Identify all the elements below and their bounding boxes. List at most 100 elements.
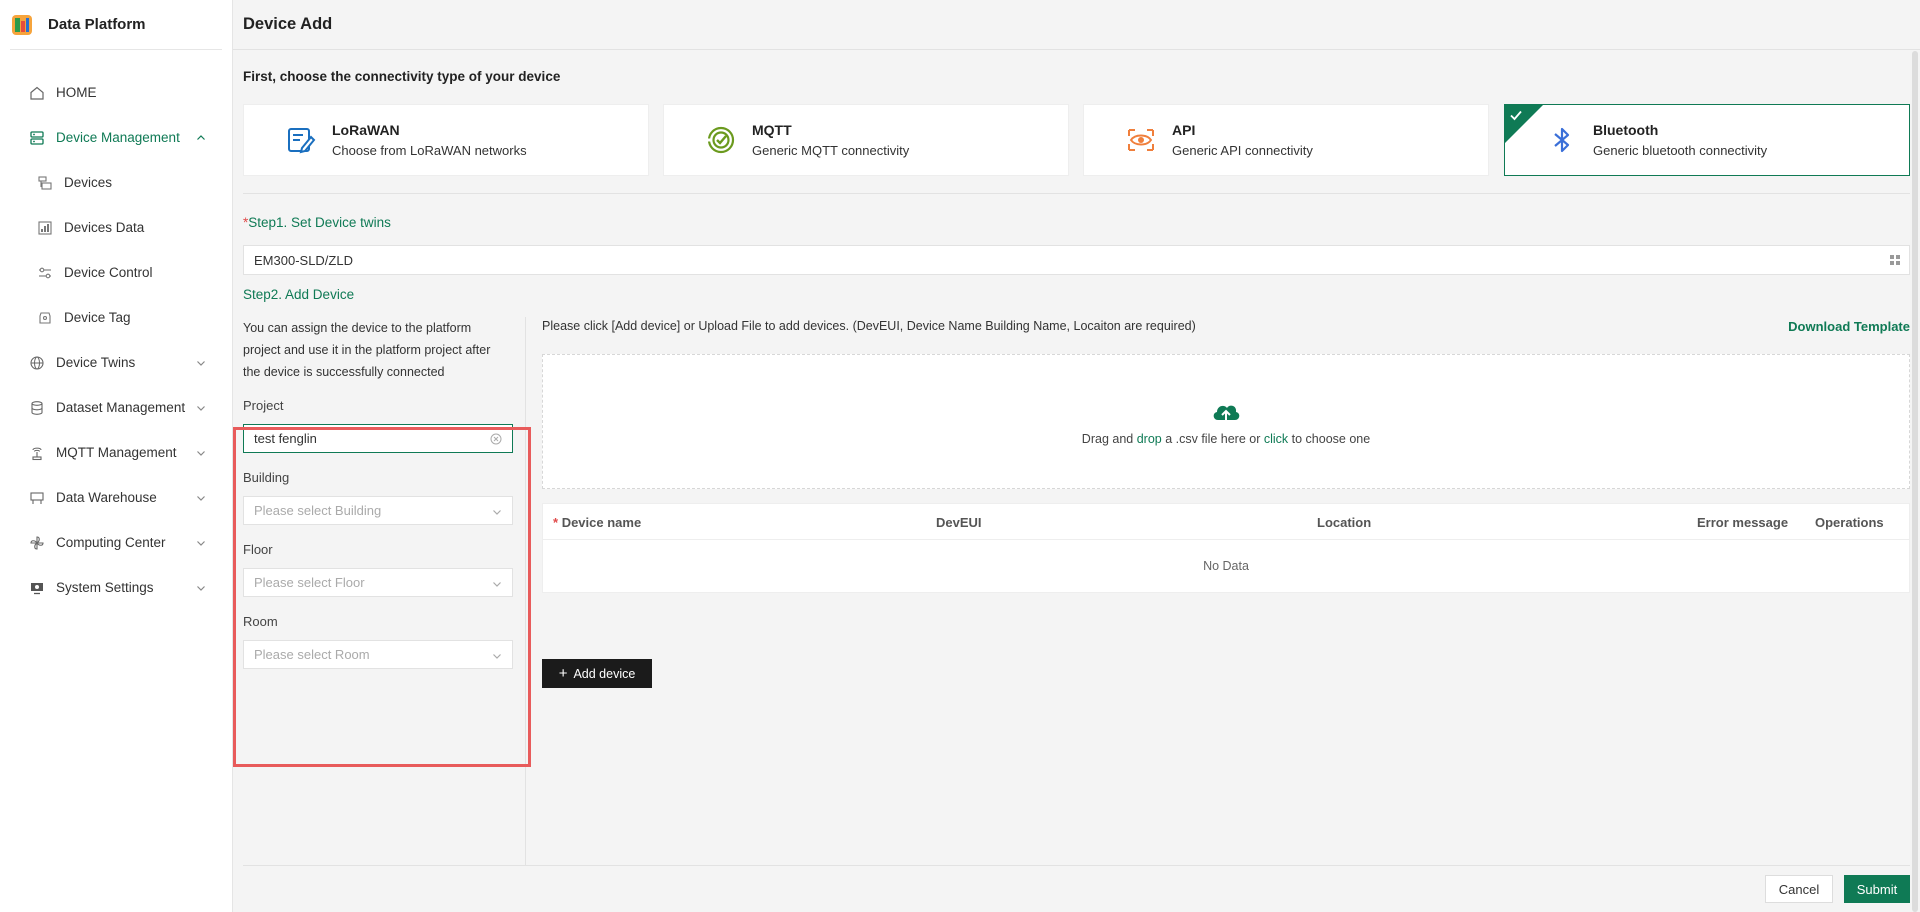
sidebar-item-device-management[interactable]: Device Management <box>0 115 232 160</box>
section-divider <box>243 193 1910 194</box>
chevron-down-icon <box>196 448 206 458</box>
data-icon <box>36 219 54 237</box>
connectivity-option-desc: Generic bluetooth connectivity <box>1593 143 1768 158</box>
sliders-icon <box>36 264 54 282</box>
connectivity-option-lorawan[interactable]: LoRaWAN Choose from LoRaWAN networks <box>243 104 649 176</box>
chevron-down-icon <box>196 583 206 593</box>
chevron-up-icon <box>196 133 206 143</box>
connectivity-option-bluetooth[interactable]: Bluetooth Generic bluetooth connectivity <box>1504 104 1910 176</box>
floor-select[interactable]: Please select Floor <box>243 568 513 597</box>
sidebar-item-device-twins[interactable]: Device Twins <box>0 340 232 385</box>
monitor-icon <box>28 579 46 597</box>
connectivity-option-text: MQTT Generic MQTT connectivity <box>752 122 909 158</box>
main-area: Device Add First, choose the connectivit… <box>233 0 1920 912</box>
device-add-form: First, choose the connectivity type of y… <box>233 51 1910 912</box>
sidebar-item-device-control[interactable]: Device Control <box>0 250 232 295</box>
sidebar-item-label: System Settings <box>56 580 154 595</box>
footer-divider <box>243 865 1910 866</box>
sidebar-item-devices-data[interactable]: Devices Data <box>0 205 232 250</box>
grid-icon[interactable] <box>1889 254 1901 266</box>
sidebar-item-computing-center[interactable]: Computing Center <box>0 520 232 565</box>
room-select[interactable]: Please select Room <box>243 640 513 669</box>
sidebar-item-label: Devices Data <box>64 220 145 235</box>
brand[interactable]: Data Platform <box>10 0 222 50</box>
room-placeholder: Please select Room <box>254 647 370 662</box>
connectivity-option-text: API Generic API connectivity <box>1172 122 1313 158</box>
dropzone-text-part: Drag and <box>1081 431 1137 446</box>
chevron-down-icon <box>492 651 502 661</box>
bluetooth-icon <box>1545 123 1579 157</box>
warehouse-icon <box>28 489 46 507</box>
click-link[interactable]: click <box>1264 432 1288 446</box>
app-name: Data Platform <box>48 16 146 33</box>
sidebar-item-home[interactable]: HOME <box>0 70 232 115</box>
connectivity-option-api[interactable]: API Generic API connectivity <box>1083 104 1489 176</box>
page-title: Device Add <box>243 15 333 33</box>
step2-label: Step2. Add Device <box>243 287 355 302</box>
connectivity-heading: First, choose the connectivity type of y… <box>243 69 561 84</box>
download-template-link[interactable]: Download Template <box>1788 319 1910 334</box>
connectivity-option-name: Bluetooth <box>1593 122 1659 138</box>
floor-label: Floor <box>243 542 273 557</box>
sidebar-item-mqtt-management[interactable]: MQTT Management <box>0 430 232 475</box>
dropzone-text-part: a .csv file here or <box>1161 431 1264 446</box>
scrollbar-thumb[interactable] <box>1912 51 1918 912</box>
room-label: Room <box>243 614 278 629</box>
sidebar-item-devices[interactable]: Devices <box>0 160 232 205</box>
sidebar-item-label: Device Control <box>64 265 153 280</box>
plus-icon: + <box>558 665 568 682</box>
csv-dropzone[interactable]: Drag and drop a .csv file here or click … <box>542 354 1910 489</box>
connectivity-option-name: API <box>1172 122 1196 138</box>
device-upload-panel: Please click [Add device] or Upload File… <box>542 317 1910 865</box>
antenna-icon <box>28 444 46 462</box>
project-label: Project <box>243 398 284 413</box>
chevron-down-icon <box>492 507 502 517</box>
building-select[interactable]: Please select Building <box>243 496 513 525</box>
required-mark: * <box>553 515 559 530</box>
home-icon <box>28 84 46 102</box>
sidebar-item-dataset-management[interactable]: Dataset Management <box>0 385 232 430</box>
page-header: Device Add <box>233 0 1920 50</box>
mqtt-icon <box>704 123 738 157</box>
drop-link[interactable]: drop <box>1137 432 1162 446</box>
cancel-button[interactable]: Cancel <box>1765 875 1833 903</box>
sidebar-item-label: Dataset Management <box>56 400 186 415</box>
tag-icon <box>36 309 54 327</box>
submit-button[interactable]: Submit <box>1844 875 1910 903</box>
api-icon <box>1124 123 1158 157</box>
project-select[interactable]: test fenglin <box>243 424 513 453</box>
connectivity-option-desc: Choose from LoRaWAN networks <box>332 143 527 158</box>
connectivity-option-desc: Generic API connectivity <box>1172 143 1313 158</box>
chevron-down-icon <box>492 579 502 589</box>
add-device-button[interactable]: + Add device <box>542 659 652 688</box>
floor-placeholder: Please select Floor <box>254 575 365 590</box>
sidebar-item-label: Devices <box>64 175 113 190</box>
column-header-location: Location <box>1317 515 1372 530</box>
sidebar-item-data-warehouse[interactable]: Data Warehouse <box>0 475 232 520</box>
sidebar-item-system-settings[interactable]: System Settings <box>0 565 232 610</box>
table-header: * Device name DevEUI Location Error mess… <box>543 504 1909 540</box>
connectivity-option-mqtt[interactable]: MQTT Generic MQTT connectivity <box>663 104 1069 176</box>
chevron-down-icon <box>196 493 206 503</box>
project-value: test fenglin <box>254 431 317 446</box>
assign-note: You can assign the device to the platfor… <box>243 321 491 379</box>
column-header-deveui: DevEUI <box>936 515 982 530</box>
lorawan-icon <box>284 123 318 157</box>
pinwheel-icon <box>28 534 46 552</box>
add-device-label: Add device <box>573 666 636 681</box>
clear-icon[interactable] <box>490 433 502 445</box>
sidebar-item-label: Data Warehouse <box>56 490 157 505</box>
page-scrollbar[interactable] <box>1910 51 1920 912</box>
globe-icon <box>28 354 46 372</box>
connectivity-option-name: LoRaWAN <box>332 122 400 138</box>
project-assignment-panel: You can assign the device to the platfor… <box>243 317 526 865</box>
sidebar-item-device-tag[interactable]: Device Tag <box>0 295 232 340</box>
column-header-operations: Operations <box>1815 515 1884 530</box>
sidebar: Data Platform HOME Device Management Dev… <box>0 0 233 912</box>
chevron-down-icon <box>196 403 206 413</box>
connectivity-options: LoRaWAN Choose from LoRaWAN networks MQT… <box>243 104 1910 176</box>
dropzone-text: Drag and drop a .csv file here or click … <box>1082 432 1370 446</box>
connectivity-option-text: Bluetooth Generic bluetooth connectivity <box>1593 122 1767 158</box>
devices-icon <box>36 174 54 192</box>
device-twins-select[interactable]: EM300-SLD/ZLD <box>243 245 1910 275</box>
